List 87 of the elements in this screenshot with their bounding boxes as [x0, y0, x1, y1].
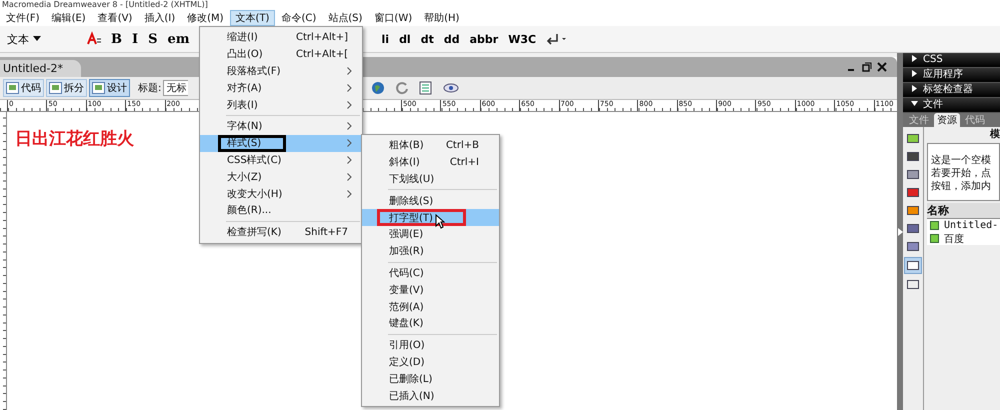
menu-option[interactable]: 强调(E) [362, 226, 499, 243]
menu-option[interactable]: 定义(D) [362, 354, 499, 370]
asset-category-button[interactable] [904, 257, 922, 274]
asset-category-button[interactable] [905, 185, 921, 200]
format-button[interactable]: li [376, 29, 394, 49]
view-button[interactable]: 设计 [89, 79, 130, 97]
page-icon [6, 82, 19, 94]
panel-group-header[interactable]: 文件 [903, 98, 1000, 113]
format-button[interactable]: I [127, 29, 144, 49]
page-heading: 日出江花红胜火 [15, 128, 134, 149]
page-icon [49, 82, 62, 94]
menu-option[interactable]: 键盘(K) [362, 314, 499, 332]
description-text: 按钮，添加内 [931, 180, 992, 193]
format-button[interactable]: abbr [464, 29, 504, 49]
line-break-icon[interactable] [545, 31, 568, 47]
column-header[interactable]: 名称 [927, 203, 1000, 219]
menu-option[interactable]: 斜体(I) Ctrl+I [362, 154, 499, 171]
asset-category-button[interactable] [905, 221, 921, 236]
format-button[interactable]: W3C [503, 29, 542, 49]
view-button[interactable]: 拆分 [46, 79, 87, 97]
menu-option[interactable]: 范例(A) [362, 298, 499, 315]
panel-tab[interactable]: 资源 [934, 113, 960, 127]
view-button[interactable]: 代码 [3, 79, 44, 97]
menu-item[interactable]: 站点(S) [322, 10, 368, 26]
asset-category-button[interactable] [905, 239, 921, 254]
menu-option[interactable]: 变量(V) [362, 281, 499, 298]
menu-option[interactable]: 对齐(A) [200, 79, 362, 96]
menu-option[interactable]: 检查拼写(K) Shift+F7 [200, 224, 362, 241]
menu-item[interactable]: 窗口(W) [368, 10, 418, 26]
menu-item[interactable]: 命令(C) [275, 10, 322, 26]
restore-icon[interactable] [862, 62, 872, 72]
menu-option[interactable]: 加强(R) [362, 242, 499, 260]
menu-option[interactable]: 已插入(N) [362, 387, 499, 404]
menu-option[interactable]: 段落格式(F) [200, 62, 362, 80]
expand-arrow-icon[interactable] [898, 228, 902, 236]
refresh-icon[interactable] [394, 80, 410, 96]
list-icon[interactable] [418, 80, 434, 96]
asset-category-button[interactable] [905, 131, 921, 146]
menu-option[interactable]: 代码(C) [362, 264, 499, 282]
format-button[interactable]: S [143, 29, 162, 49]
description-text: 这是一个空模 [931, 154, 992, 167]
window-title: Macromedia Dreamweaver 8 - [Untitled-2 (XHTML)] [0, 0, 1000, 9]
menu-option[interactable]: 凸出(O) Ctrl+Alt+[ [200, 46, 362, 63]
format-button[interactable]: em [162, 29, 195, 49]
asset-category-button[interactable] [905, 167, 921, 182]
menu-option[interactable]: CSS样式(C) [200, 152, 362, 168]
title-field[interactable]: 无标 [163, 80, 188, 96]
format-button[interactable]: dt [416, 29, 439, 49]
menu-option[interactable]: 改变大小(H) [200, 185, 362, 202]
globe-icon[interactable] [370, 80, 386, 96]
menu-item[interactable]: 帮助(H) [418, 10, 466, 26]
menu-option[interactable]: 缩进(I) Ctrl+Alt+] [200, 29, 362, 46]
title-label: 标题: [138, 82, 162, 95]
category-dropdown[interactable]: 文本 [2, 29, 46, 49]
document-tab[interactable]: Untitled-2* [0, 60, 81, 77]
menu-option[interactable]: 大小(Z) [200, 168, 362, 186]
character-icon[interactable] [86, 31, 102, 47]
menu-option[interactable]: 引用(O) [362, 336, 499, 354]
asset-category-button[interactable] [905, 277, 921, 292]
menu-item[interactable]: 编辑(E) [46, 10, 92, 26]
panel-group-header[interactable]: 应用程序 [903, 68, 1000, 83]
menu-item[interactable]: 修改(M) [181, 10, 230, 26]
menu-option[interactable]: 下划线(U) [362, 170, 499, 188]
panel-group-header[interactable]: 标签检查器 [903, 83, 1000, 98]
menu-item[interactable]: 查看(V) [92, 10, 138, 26]
close-icon[interactable] [877, 62, 887, 72]
mouse-pointer-icon [435, 214, 445, 230]
menu-option[interactable]: 已删除(L) [362, 370, 499, 388]
menu-option[interactable]: 删除线(S) [362, 192, 499, 210]
panel-group-header[interactable]: CSS [903, 53, 1000, 68]
menu-item[interactable]: 文件(F) [0, 10, 46, 26]
description-text: 若要开始，点 [931, 167, 992, 180]
page-icon [92, 82, 105, 94]
menu-item[interactable]: 插入(I) [138, 10, 182, 26]
format-button[interactable]: dd [438, 29, 465, 49]
menu-option[interactable]: 打字型(T) [362, 209, 499, 226]
menu-option[interactable]: 颜色(R)... [200, 202, 362, 219]
asset-heading: 模 [988, 128, 1000, 141]
menu-option[interactable]: 样式(S) [200, 134, 362, 152]
asset-category-button[interactable] [905, 203, 921, 218]
menu-option[interactable]: 字体(N) [200, 118, 362, 135]
format-button[interactable]: B [106, 29, 127, 49]
format-button[interactable]: dl [394, 29, 416, 49]
caret-icon [33, 36, 41, 42]
menu-option[interactable]: 粗体(B) Ctrl+B [362, 137, 499, 154]
menu-item[interactable]: 文本(T) [230, 10, 276, 26]
asset-category-button[interactable] [905, 149, 921, 164]
